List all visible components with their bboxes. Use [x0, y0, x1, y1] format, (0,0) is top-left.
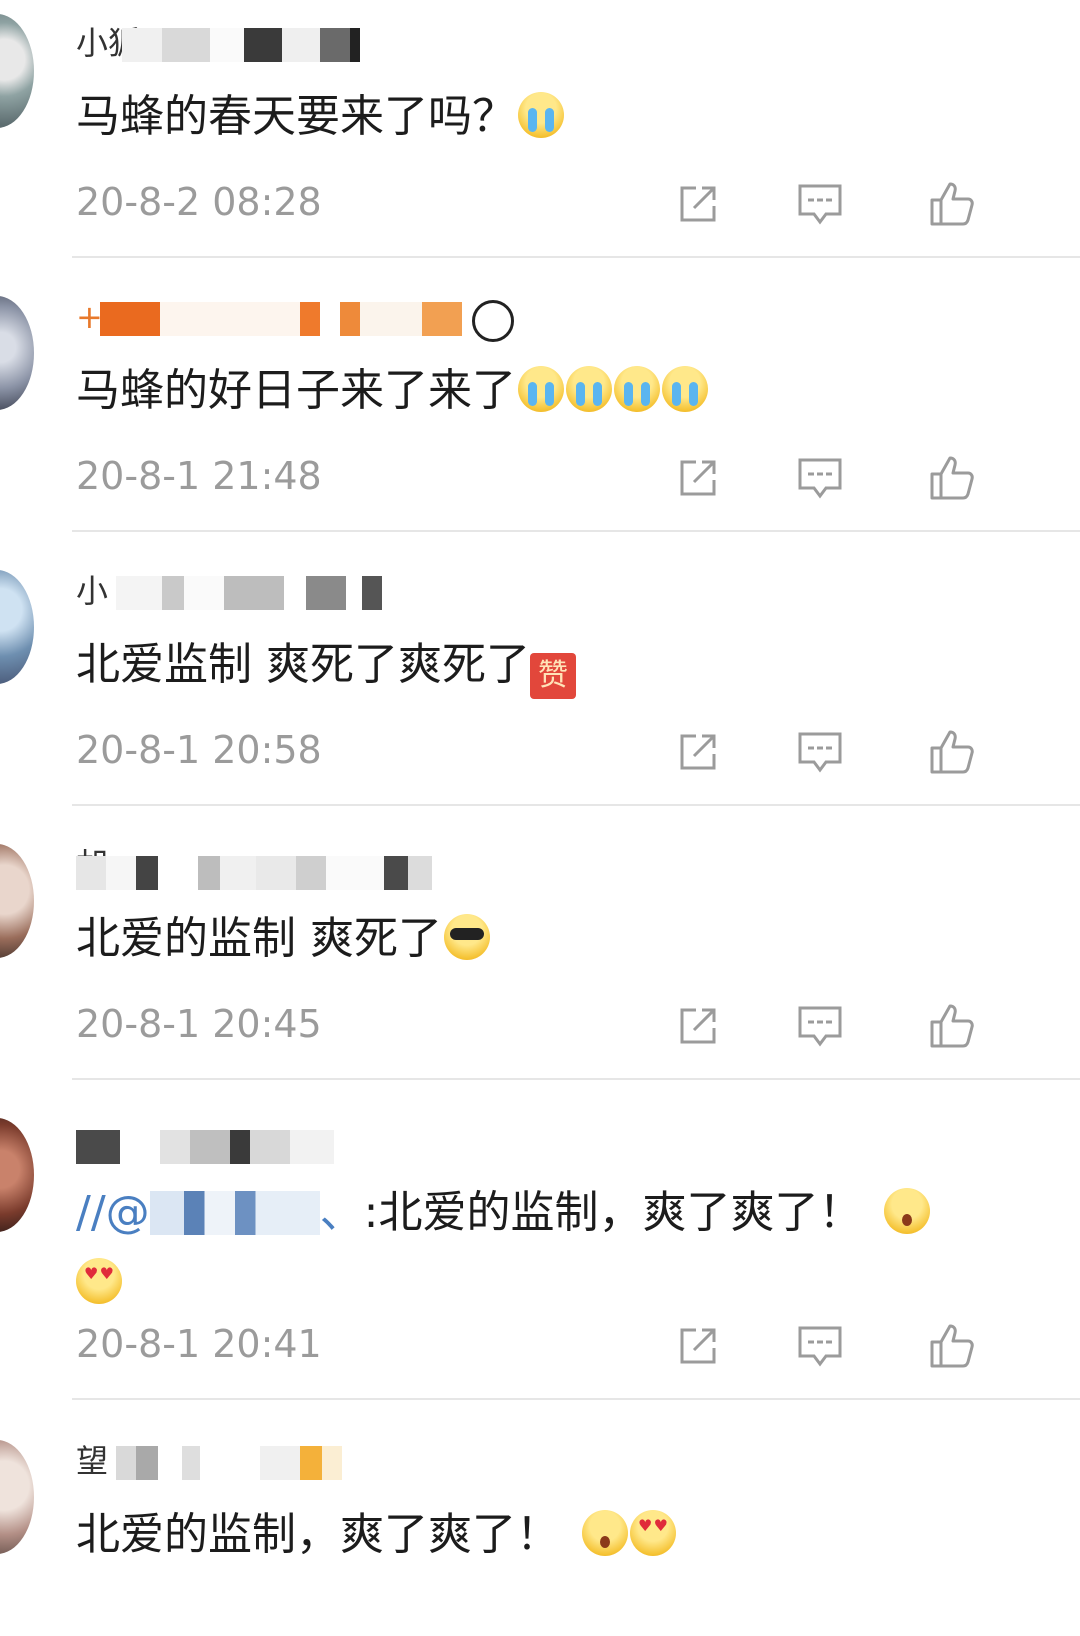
comment-icon	[798, 1326, 842, 1367]
repost-icon	[680, 1328, 716, 1364]
divider	[72, 256, 1080, 258]
cry-emoji	[662, 366, 708, 412]
avatar[interactable]	[0, 14, 34, 128]
comment-item: 小 北爱监制 爽死了爽死了赞 20-8-1 20:58	[0, 548, 1080, 806]
timestamp: 20-8-1 20:41	[76, 1322, 322, 1366]
redacted-name-mosaic	[116, 576, 382, 610]
comment-item: //@、:北爱的监制，爽了爽了！ 20-8-1 20:41	[0, 1096, 1080, 1400]
cool-emoji	[444, 914, 490, 960]
cry-emoji	[614, 366, 660, 412]
comment-button[interactable]	[794, 178, 846, 230]
panda-emoji	[472, 300, 514, 342]
like-icon	[930, 730, 974, 774]
comment-icon	[798, 1006, 842, 1047]
comment-text: //@ 、:北爱的监制，爽了爽了！	[76, 1178, 976, 1318]
comment-text: 马蜂的好日子来了来了	[76, 356, 1036, 426]
comment-meta: 20-8-1 20:45	[76, 994, 1056, 1054]
comment-text: 北爱监制 爽死了爽死了赞	[76, 630, 1036, 700]
timestamp: 20-8-2 08:28	[76, 180, 322, 224]
username[interactable]: 小	[76, 568, 536, 614]
timestamp: 20-8-1 20:45	[76, 1002, 322, 1046]
cry-emoji	[566, 366, 612, 412]
comment-item: 望 北爱的监制，爽了爽了！	[0, 1418, 1080, 1636]
username[interactable]: +	[76, 294, 536, 342]
like-button[interactable]	[926, 726, 978, 778]
repost-button[interactable]	[672, 178, 724, 230]
comment-text: 马蜂的春天要来了吗？	[76, 82, 1036, 152]
comment-icon	[798, 184, 842, 225]
comment-meta: 20-8-1 20:41	[76, 1314, 1056, 1374]
avatar[interactable]	[0, 1118, 34, 1232]
like-button[interactable]	[926, 178, 978, 230]
like-button[interactable]	[926, 1000, 978, 1052]
repost-icon	[680, 734, 716, 770]
timestamp: 20-8-1 20:58	[76, 728, 322, 772]
avatar[interactable]	[0, 296, 34, 410]
redacted-mention-mosaic	[149, 1191, 320, 1235]
redacted-name-mosaic	[116, 1446, 342, 1480]
repost-button[interactable]	[672, 726, 724, 778]
comment-button[interactable]	[794, 1000, 846, 1052]
comment-item: 小狐 马蜂的春天要来了吗？ 20-8-2 08:28	[0, 0, 1080, 258]
avatar[interactable]	[0, 570, 34, 684]
love-emoji	[76, 1258, 122, 1304]
like-button[interactable]	[926, 452, 978, 504]
repost-button[interactable]	[672, 1320, 724, 1372]
divider	[72, 1078, 1080, 1080]
comment-text: 北爱的监制 爽死了	[76, 904, 1036, 974]
username[interactable]: 小狐	[76, 20, 536, 66]
like-icon	[930, 456, 974, 500]
comment-meta: 20-8-1 21:48	[76, 446, 1056, 506]
love-emoji	[630, 1510, 676, 1556]
comment-meta: 20-8-2 08:28	[76, 172, 1056, 232]
comment-button[interactable]	[794, 452, 846, 504]
redacted-name-mosaic	[100, 302, 462, 336]
comment-item: 胡 北爱的监制 爽死了 20-8-1 20:45	[0, 822, 1080, 1080]
timestamp: 20-8-1 21:48	[76, 454, 322, 498]
divider	[72, 804, 1080, 806]
divider	[72, 1398, 1080, 1400]
repost-button[interactable]	[672, 1000, 724, 1052]
shock-emoji	[582, 1510, 628, 1556]
avatar[interactable]	[0, 844, 34, 958]
comment-button[interactable]	[794, 1320, 846, 1372]
username[interactable]: 望	[76, 1438, 536, 1484]
repost-icon	[680, 186, 716, 222]
cry-emoji	[518, 92, 564, 138]
like-icon	[930, 182, 974, 226]
comment-meta: 20-8-1 20:58	[76, 720, 1056, 780]
comment-icon	[798, 732, 842, 773]
avatar[interactable]	[0, 1440, 34, 1554]
cry-emoji	[518, 366, 564, 412]
like-button[interactable]	[926, 1320, 978, 1372]
repost-button[interactable]	[672, 452, 724, 504]
divider	[72, 530, 1080, 532]
comment-item: + 马蜂的好日子来了来了 20-8-1 21:48	[0, 274, 1080, 532]
shock-emoji	[884, 1188, 931, 1234]
redacted-name-mosaic	[76, 856, 432, 890]
username[interactable]	[76, 1116, 536, 1164]
like-icon	[930, 1324, 974, 1368]
repost-icon	[680, 460, 716, 496]
comment-text: 北爱的监制，爽了爽了！	[76, 1500, 1036, 1570]
zan-emoji: 赞	[530, 653, 576, 699]
like-icon	[930, 1004, 974, 1048]
comment-icon	[798, 458, 842, 499]
redacted-name-mosaic	[76, 1130, 334, 1164]
username[interactable]: 胡	[76, 842, 536, 890]
repost-icon	[680, 1008, 716, 1044]
redacted-name-mosaic	[122, 28, 360, 62]
comment-button[interactable]	[794, 726, 846, 778]
